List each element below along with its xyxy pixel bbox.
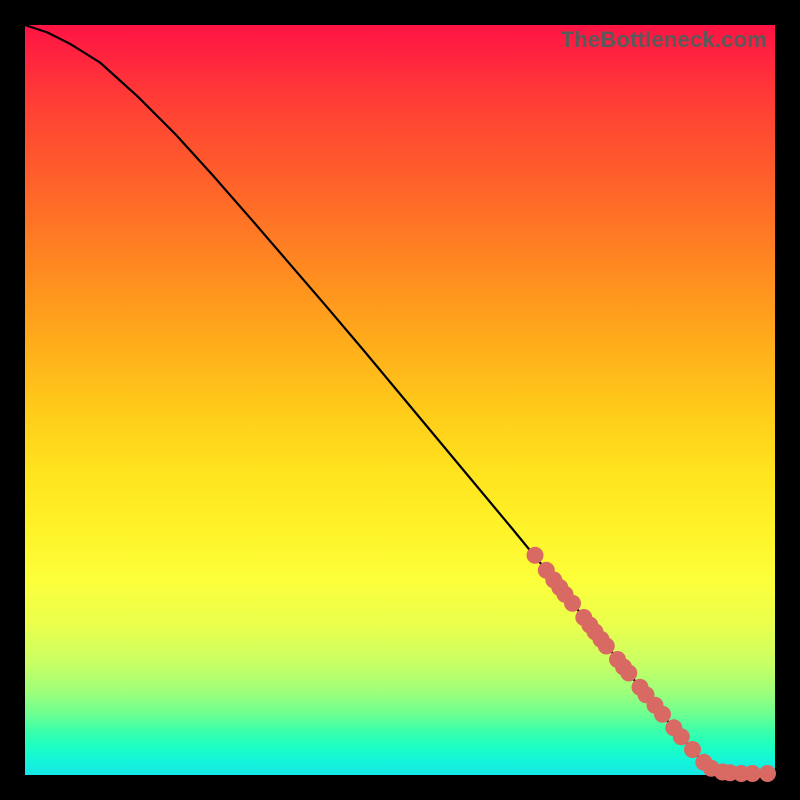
marker-point xyxy=(673,728,690,745)
marker-point xyxy=(527,547,544,564)
marker-point xyxy=(620,665,637,682)
bottleneck-curve xyxy=(25,25,775,774)
chart-frame: TheBottleneck.com xyxy=(0,0,800,800)
marker-point xyxy=(684,741,701,758)
marker-point xyxy=(759,765,776,782)
chart-overlay-svg xyxy=(25,25,775,775)
marker-point xyxy=(744,765,761,782)
marker-cluster xyxy=(527,547,777,782)
plot-area: TheBottleneck.com xyxy=(25,25,775,775)
marker-point xyxy=(598,638,615,655)
marker-point xyxy=(564,595,581,612)
marker-point xyxy=(654,706,671,723)
